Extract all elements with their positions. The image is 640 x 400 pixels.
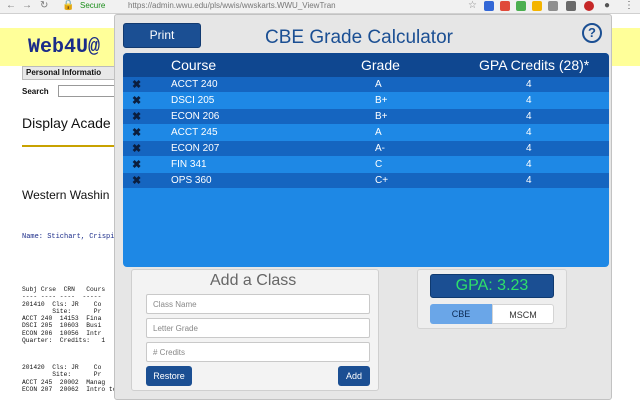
secure-label: Secure (80, 1, 106, 10)
grade-calculator-dialog: Print CBE Grade Calculator ? Course Grad… (114, 14, 612, 400)
extension-icon[interactable] (484, 1, 494, 11)
grade-cell: A- (375, 143, 385, 154)
table-row: ✖ ACCT 240 A 4 (123, 77, 609, 92)
extension-icon[interactable] (548, 1, 558, 11)
grade-cell: A (375, 79, 382, 90)
credits-cell: 4 (526, 175, 532, 186)
course-cell: ECON 207 (171, 143, 220, 154)
table-row: ✖ FIN 341 C 4 (123, 157, 609, 172)
add-button[interactable]: Add (338, 366, 370, 386)
course-cell: ACCT 240 (171, 79, 218, 90)
grade-cell: A (375, 127, 382, 138)
gpa-panel: GPA: 3.23 CBE MSCM (417, 269, 567, 329)
remove-row-icon[interactable]: ✖ (132, 110, 141, 123)
credits-cell: 4 (526, 111, 532, 122)
search-input[interactable] (58, 85, 122, 97)
grade-cell: C (375, 159, 383, 170)
table-row: ✖ ECON 207 A- 4 (123, 141, 609, 156)
remove-row-icon[interactable]: ✖ (132, 78, 141, 91)
add-class-title: Add a Class (210, 272, 297, 289)
gpa-display: GPA: 3.23 (430, 274, 554, 298)
dialog-title: CBE Grade Calculator (265, 27, 453, 48)
print-button[interactable]: Print (123, 23, 201, 48)
grade-cell: C+ (375, 175, 389, 186)
site-logo[interactable]: Web4U@ (28, 36, 100, 59)
credits-cell: 4 (526, 79, 532, 90)
extension-icon[interactable] (516, 1, 526, 11)
menu-tab-personal-information[interactable]: Personal Informatio (22, 66, 122, 80)
course-cell: DSCI 205 (171, 95, 215, 106)
course-cell: ACCT 245 (171, 127, 218, 138)
extension-icon[interactable] (566, 1, 576, 11)
remove-row-icon[interactable]: ✖ (132, 142, 141, 155)
lock-icon: 🔒 (62, 0, 75, 11)
add-class-panel: Add a Class Restore Add (131, 269, 379, 391)
account-icon[interactable]: ● (604, 0, 610, 12)
bookmark-star-icon[interactable]: ☆ (468, 0, 477, 12)
course-cell: FIN 341 (171, 159, 207, 170)
search-label: Search (22, 87, 49, 96)
credits-input[interactable] (146, 342, 370, 362)
column-header-grade: Grade (361, 57, 400, 73)
remove-row-icon[interactable]: ✖ (132, 94, 141, 107)
reload-icon[interactable]: ↻ (40, 0, 48, 12)
institution-name: Western Washin (22, 188, 110, 202)
extension-icon[interactable] (584, 1, 594, 11)
course-cell: OPS 360 (171, 175, 212, 186)
class-name-input[interactable] (146, 294, 370, 314)
toggle-mscm[interactable]: MSCM (492, 304, 554, 324)
table-header: Course Grade GPA Credits (28)* (123, 53, 609, 77)
toggle-cbe[interactable]: CBE (430, 304, 492, 324)
title-divider (22, 145, 122, 147)
back-icon[interactable]: ← (6, 0, 16, 12)
browser-toolbar: ← → ↻ 🔒 Secure https://admin.wwu.edu/pls… (0, 0, 640, 14)
table-row: ✖ ECON 206 B+ 4 (123, 109, 609, 124)
column-header-credits: GPA Credits (28)* (479, 57, 590, 73)
page-title: Display Acade (22, 115, 111, 131)
remove-row-icon[interactable]: ✖ (132, 158, 141, 171)
table-row: ✖ DSCI 205 B+ 4 (123, 93, 609, 108)
restore-button[interactable]: Restore (146, 366, 192, 386)
column-header-course: Course (171, 57, 217, 73)
credits-cell: 4 (526, 95, 532, 106)
menu-dots-icon[interactable]: ⋮ (624, 0, 634, 12)
credits-cell: 4 (526, 143, 532, 154)
letter-grade-input[interactable] (146, 318, 370, 338)
remove-row-icon[interactable]: ✖ (132, 174, 141, 187)
grade-cell: B+ (375, 95, 388, 106)
student-name: Name: Stichart, Crispi (22, 233, 115, 241)
address-bar[interactable]: https://admin.wwu.edu/pls/wwis/wwskarts.… (128, 0, 336, 12)
credits-cell: 4 (526, 159, 532, 170)
extension-icon[interactable] (532, 1, 542, 11)
help-icon[interactable]: ? (582, 23, 602, 43)
table-row: ✖ OPS 360 C+ 4 (123, 173, 609, 188)
transcript-block: Subj Crse CRN Cours ---- ---- ---- -----… (22, 286, 106, 345)
grades-table: Course Grade GPA Credits (28)* ✖ ACCT 24… (123, 53, 609, 267)
grade-cell: B+ (375, 111, 388, 122)
credits-cell: 4 (526, 127, 532, 138)
extension-icon[interactable] (500, 1, 510, 11)
table-row: ✖ ACCT 245 A 4 (123, 125, 609, 140)
forward-icon[interactable]: → (22, 0, 32, 12)
remove-row-icon[interactable]: ✖ (132, 126, 141, 139)
course-cell: ECON 206 (171, 111, 220, 122)
